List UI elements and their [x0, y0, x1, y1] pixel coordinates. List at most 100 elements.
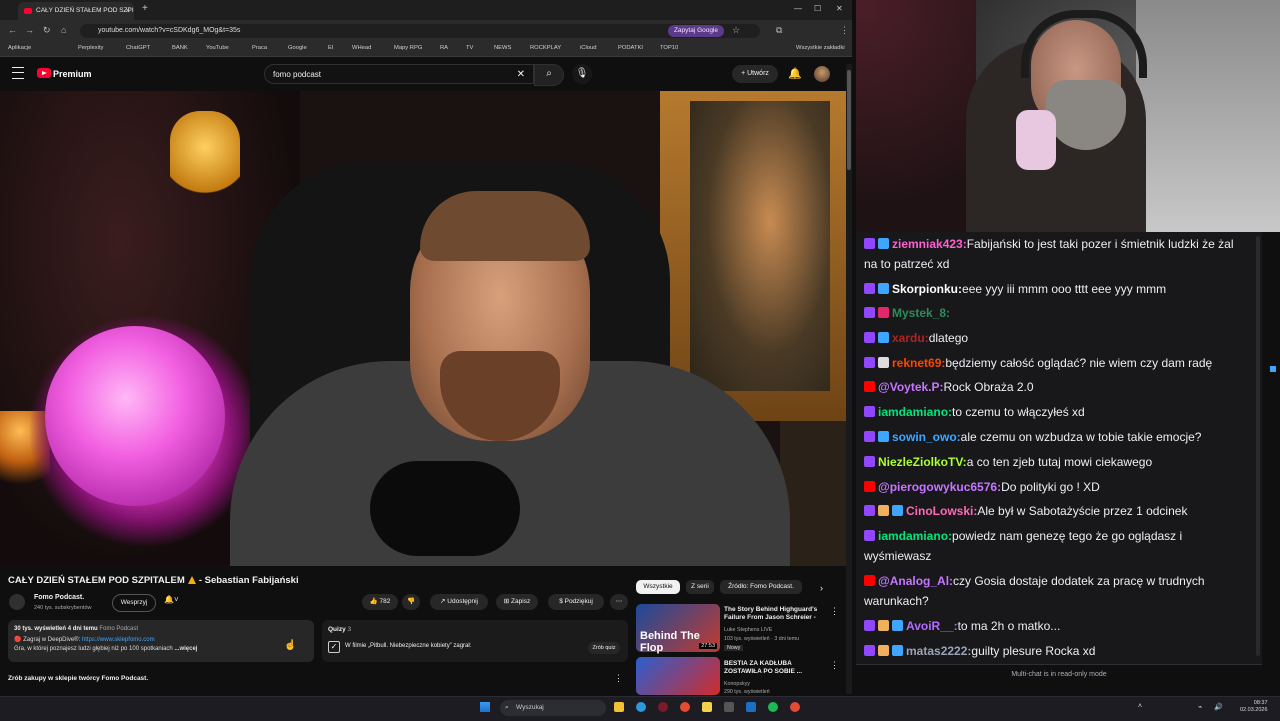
more-actions-icon[interactable]: ⋯ — [610, 594, 628, 610]
bookmark-item[interactable]: BANK — [172, 45, 188, 51]
bookmark-item[interactable]: Google — [288, 45, 307, 51]
tray-volume-icon[interactable]: 🔊 — [1214, 703, 1223, 711]
tray-network-icon[interactable]: ⌁ — [1198, 703, 1202, 711]
bookmark-item[interactable]: NEWS — [494, 45, 511, 51]
chat-nickname[interactable]: matas2222: — [906, 644, 971, 658]
chip-all[interactable]: Wszystkie — [636, 580, 680, 594]
home-icon[interactable]: ⌂ — [61, 25, 66, 35]
chat-nickname[interactable]: iamdamiano: — [878, 529, 952, 543]
bookmark-item[interactable]: ROCKPLAY — [530, 45, 561, 51]
chrome-icon[interactable] — [680, 702, 690, 712]
chip-series[interactable]: Z serii — [686, 580, 714, 594]
notifications-bell-icon[interactable]: 🔔 — [788, 67, 802, 80]
url-field[interactable]: youtube.com/watch?v=cSDKdg6_MOg&t=35s — [80, 24, 760, 38]
steam-icon[interactable] — [746, 702, 756, 712]
show-more-link[interactable]: ...więcej — [174, 646, 197, 652]
scrollbar-thumb[interactable] — [847, 70, 851, 170]
bookmark-item[interactable]: ChatGPT — [126, 45, 150, 51]
extensions-icon[interactable]: ⧉ — [776, 25, 782, 36]
chip-source[interactable]: Źródło: Fomo Podcast. — [720, 580, 802, 594]
maximize-icon[interactable]: ☐ — [814, 4, 821, 13]
forward-icon[interactable]: → — [25, 25, 34, 35]
thanks-button[interactable]: $ Podziękuj — [548, 594, 604, 610]
edge-icon[interactable] — [636, 702, 646, 712]
windows-start-icon[interactable] — [480, 702, 490, 712]
channel-name[interactable]: Fomo Podcast. — [34, 594, 84, 601]
account-avatar[interactable] — [814, 66, 830, 82]
close-window-icon[interactable]: ✕ — [836, 4, 843, 13]
youtube-premium-label[interactable]: Premium — [53, 69, 92, 79]
rec-more-icon[interactable]: ⋮ — [830, 606, 839, 617]
close-tab-icon[interactable]: × — [125, 2, 130, 20]
quiz-button[interactable]: Zrób quiz — [588, 642, 620, 654]
create-button[interactable]: + Utwórz — [732, 65, 778, 83]
file-explorer-icon[interactable] — [614, 702, 624, 712]
chat-nickname[interactable]: AvoiR__: — [906, 619, 958, 633]
all-bookmarks[interactable]: Wszystkie zakładki — [796, 45, 845, 51]
chat-nickname[interactable]: CinoLowski: — [906, 504, 977, 518]
chat-nickname[interactable]: @Analog_Al: — [878, 574, 953, 588]
tray-chevron-icon[interactable]: ˄ — [1138, 703, 1142, 710]
bookmark-item[interactable]: RA — [440, 45, 448, 51]
bookmark-item[interactable]: PODATKI — [618, 45, 643, 51]
bookmark-item[interactable]: Praca — [252, 45, 267, 51]
notes-icon[interactable] — [702, 702, 712, 712]
chat-nickname[interactable]: Skorpionku: — [892, 282, 962, 296]
dislike-button[interactable]: 👎 — [402, 594, 420, 610]
star-icon[interactable]: ☆ — [732, 25, 740, 36]
bookmark-item[interactable]: Mapy RPG — [394, 45, 422, 51]
taskbar-search[interactable]: ⌕ Wyszukaj — [500, 700, 606, 716]
chat-nickname[interactable]: ziemniak423: — [892, 237, 967, 251]
chat-nickname[interactable]: xardu: — [892, 331, 929, 345]
taskbar-clock[interactable]: 08:37 02.03.2026 — [1240, 700, 1268, 714]
search-input[interactable]: fomo podcast ✕ — [264, 64, 534, 84]
chat-nickname[interactable]: sowin_owo: — [892, 430, 961, 444]
download-icon[interactable] — [724, 702, 734, 712]
ask-google-button[interactable]: Zapytaj Google — [668, 25, 724, 37]
share-button[interactable]: ↗ Udostępnij — [430, 594, 488, 610]
chat-nickname[interactable]: @pierogowykuc6576: — [878, 480, 1001, 494]
new-tab-icon[interactable]: + — [142, 3, 148, 14]
menu-icon[interactable]: ⋮ — [840, 25, 849, 36]
description-link[interactable]: https://www.sklepfomo.com — [82, 637, 155, 643]
bookmark-item[interactable]: Aplikacje — [8, 45, 31, 51]
chat-nickname[interactable]: @Voytek.P: — [878, 380, 944, 394]
youtube-logo-icon[interactable] — [37, 68, 51, 78]
bookmark-item[interactable]: Perplexity — [78, 45, 103, 51]
chat-nickname[interactable]: NiezleZiolkoTV: — [878, 455, 967, 469]
bookmark-item[interactable]: TV — [466, 45, 473, 51]
subscription-bell-icon[interactable]: 🔔˅ — [164, 595, 179, 604]
clear-search-icon[interactable]: ✕ — [517, 65, 525, 85]
bookmark-item[interactable]: EI — [328, 45, 333, 51]
save-button[interactable]: ⊞ Zapisz — [496, 594, 538, 610]
browser-tab[interactable]: CAŁY DZIEŃ STAŁEM POD SZPI × — [18, 2, 134, 20]
support-button[interactable]: Wesprzyj — [112, 594, 156, 612]
rec-title[interactable]: The Story Behind Highguard's Failure Fro… — [724, 606, 824, 622]
rec-more-icon[interactable]: ⋮ — [830, 660, 839, 671]
like-button[interactable]: 👍 782 — [362, 594, 398, 610]
reload-icon[interactable]: ↻ — [43, 25, 51, 36]
hamburger-menu-icon[interactable] — [12, 67, 24, 79]
rec-title[interactable]: BESTIA ZA KADŁUBA ZOSTAWIŁA PO SOBIE ... — [724, 660, 824, 676]
bookmark-item[interactable]: TOP10 — [660, 45, 678, 51]
rec-thumbnail[interactable] — [636, 657, 720, 695]
search-button[interactable]: ⌕ — [534, 64, 564, 86]
voice-search-icon[interactable]: 🎙 — [572, 64, 592, 84]
channel-avatar[interactable] — [9, 594, 25, 610]
chat-scrollbar[interactable] — [1256, 236, 1260, 656]
chat-nickname[interactable]: iamdamiano: — [878, 405, 952, 419]
chrome-active-icon[interactable] — [790, 702, 800, 712]
bookmark-item[interactable]: YouTube — [206, 45, 229, 51]
video-player[interactable] — [0, 91, 846, 566]
shop-more-icon[interactable]: ⋮ — [614, 673, 623, 684]
chevron-right-icon[interactable]: › — [820, 583, 823, 593]
opera-icon[interactable] — [658, 702, 668, 712]
spotify-icon[interactable] — [768, 702, 778, 712]
back-icon[interactable]: ← — [8, 25, 17, 35]
chat-nickname[interactable]: reknet69: — [892, 356, 945, 370]
chat-nickname[interactable]: Mystek_8: — [892, 306, 950, 320]
minimize-icon[interactable]: — — [794, 4, 802, 13]
rec-thumbnail[interactable]: Behind The Flop 27:53 — [636, 604, 720, 654]
bookmark-item[interactable]: WHead — [352, 45, 371, 51]
bookmark-item[interactable]: iCloud — [580, 45, 596, 51]
